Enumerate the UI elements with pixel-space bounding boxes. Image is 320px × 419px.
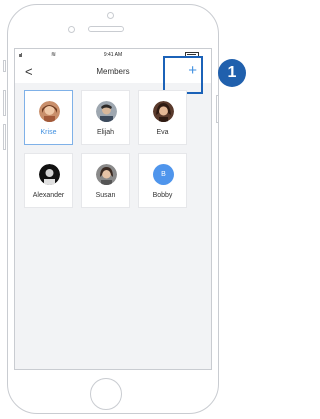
member-name: Eva <box>156 129 169 136</box>
avatar <box>96 101 117 122</box>
member-card-alexander[interactable]: Alexander <box>24 153 73 208</box>
mute-switch <box>3 60 6 72</box>
camera-icon <box>107 12 114 19</box>
member-name: Susan <box>95 192 116 199</box>
member-name: Alexander <box>32 192 65 199</box>
member-card-elijah[interactable]: Elijah <box>81 90 130 145</box>
member-card-bobby[interactable]: B Bobby <box>138 153 187 208</box>
sensor-icon <box>68 26 75 33</box>
speaker-grille <box>88 26 124 32</box>
member-name: Bobby <box>152 192 173 199</box>
step-callout-badge: 1 <box>218 59 246 87</box>
avatar: B <box>153 164 174 185</box>
member-card-susan[interactable]: Susan <box>81 153 130 208</box>
home-button[interactable] <box>90 378 122 410</box>
avatar <box>39 101 60 122</box>
member-card-eva[interactable]: Eva <box>138 90 187 145</box>
avatar <box>96 164 117 185</box>
member-card-krise[interactable]: Krise <box>24 90 73 145</box>
avatar <box>39 164 60 185</box>
volume-down-button <box>3 124 6 150</box>
avatar <box>153 101 174 122</box>
add-button-highlight <box>163 56 203 94</box>
member-name: Elijah <box>96 129 115 136</box>
member-name: Krise <box>40 129 57 136</box>
power-button <box>216 95 219 123</box>
volume-up-button <box>3 90 6 116</box>
